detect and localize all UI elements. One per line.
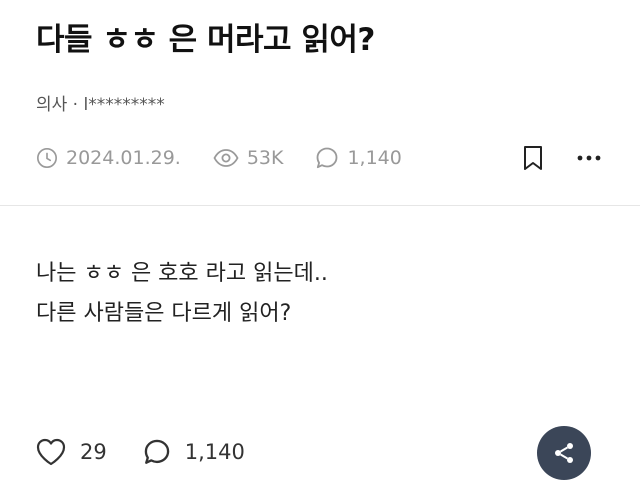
share-button[interactable] xyxy=(537,426,591,480)
post-date: 2024.01.29. xyxy=(36,147,181,169)
post-actions xyxy=(518,143,604,173)
post-comments-count: 1,140 xyxy=(347,147,402,169)
post-views: 53K xyxy=(213,147,284,169)
bookmark-icon xyxy=(524,146,542,170)
clock-icon xyxy=(37,148,57,168)
post-title: 다들 ㅎㅎ 은 머라고 읽어? xyxy=(36,22,375,58)
comment-count: 1,140 xyxy=(184,440,245,464)
post-body-line: 나는 ㅎㅎ 은 호호 라고 읽는데.. xyxy=(36,261,328,286)
post-body: 나는 ㅎㅎ 은 호호 라고 읽는데.. 다른 사람들은 다르게 읽어? xyxy=(36,254,328,334)
post-date-text: 2024.01.29. xyxy=(66,147,181,169)
bookmark-button[interactable] xyxy=(518,143,548,173)
more-button[interactable] xyxy=(574,143,604,173)
heart-icon xyxy=(36,438,66,466)
post-comments[interactable]: 1,140 xyxy=(315,146,402,170)
divider xyxy=(0,205,640,206)
more-icon xyxy=(577,155,601,161)
eye-icon xyxy=(213,149,239,167)
post-footer: 29 1,140 xyxy=(36,436,281,468)
post-author[interactable]: 의사 · l********* xyxy=(36,90,165,115)
post-meta: 2024.01.29. 53K 1,140 xyxy=(36,143,604,173)
like-count: 29 xyxy=(80,440,107,464)
comment-icon xyxy=(144,439,169,464)
post-views-count: 53K xyxy=(246,147,284,169)
share-icon xyxy=(555,443,573,463)
comment-icon xyxy=(317,147,338,169)
comment-button[interactable]: 1,140 xyxy=(143,438,245,466)
like-button[interactable]: 29 xyxy=(36,438,107,466)
post-body-line: 다른 사람들은 다르게 읽어? xyxy=(36,301,292,326)
